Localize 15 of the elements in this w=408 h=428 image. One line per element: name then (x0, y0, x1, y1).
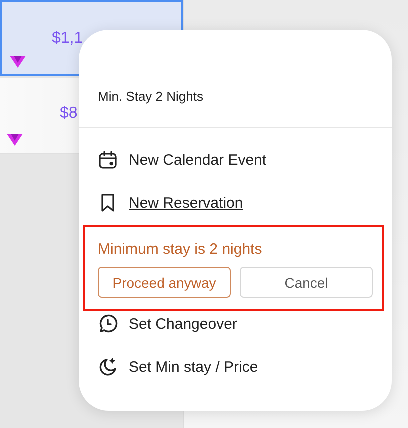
triangle-icon (7, 134, 23, 146)
calendar-icon (98, 150, 118, 170)
cancel-button[interactable]: Cancel (240, 267, 373, 298)
menu-item[interactable]: New Calendar Event (79, 149, 392, 171)
proceed-button[interactable]: Proceed anyway (98, 267, 231, 298)
menu-item[interactable]: Set Min stay / Price (79, 356, 392, 378)
clock-bubble-icon (98, 314, 118, 334)
warning-message: Minimum stay is 2 nights (98, 241, 264, 258)
moon-stars-icon (98, 357, 118, 377)
price-text: $8 (60, 105, 78, 123)
menu-item[interactable]: Set Changeover (79, 313, 392, 335)
price-text: $1,1 (52, 30, 84, 48)
menu-header: Min. Stay 2 Nights (97, 88, 204, 106)
menu-item[interactable]: New Reservation (79, 192, 392, 214)
triangle-icon (10, 56, 26, 68)
